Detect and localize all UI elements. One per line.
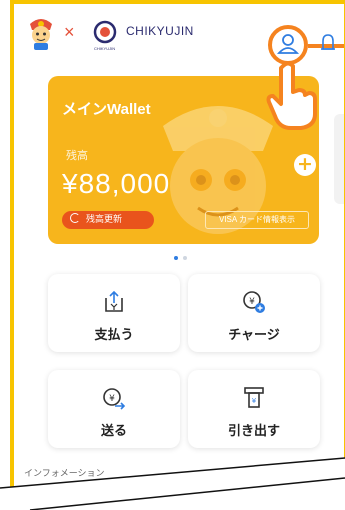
- pay-button[interactable]: 支払う: [48, 274, 180, 352]
- add-funds-button[interactable]: +: [294, 154, 316, 176]
- pointing-hand-icon: [266, 62, 317, 130]
- withdraw-button[interactable]: ¥ 引き出す: [188, 370, 320, 448]
- refresh-icon: [70, 213, 80, 223]
- svg-text:¥: ¥: [249, 297, 255, 307]
- visa-card-info-label: VISA カード情報表示: [218, 215, 295, 224]
- app-header: × CHIKYUJIN CHIKYUJIN: [14, 4, 344, 65]
- next-wallet-card-peek[interactable]: [334, 114, 344, 204]
- charge-icon: ¥: [243, 291, 265, 313]
- pay-label: 支払う: [94, 328, 134, 343]
- information-heading: インフォメーション: [24, 469, 105, 479]
- plus-icon: +: [297, 153, 313, 175]
- send-label: 送る: [100, 424, 127, 439]
- charge-label: チャージ: [228, 328, 280, 343]
- carousel-dot[interactable]: [183, 256, 187, 260]
- send-icon: ¥: [103, 388, 126, 410]
- refresh-balance-button[interactable]: 残高更新: [62, 211, 154, 229]
- svg-text:¥: ¥: [109, 394, 115, 404]
- wallet-title: メインWallet: [62, 101, 151, 118]
- carousel-indicator: [174, 256, 194, 262]
- refresh-balance-label: 残高更新: [86, 215, 123, 225]
- profile-icon: [276, 34, 300, 54]
- visa-card-info-button[interactable]: VISA カード情報表示: [205, 211, 309, 229]
- brand-name: CHIKYUJIN: [126, 24, 194, 38]
- profile-button[interactable]: [268, 25, 308, 65]
- logo-separator: ×: [64, 22, 75, 42]
- svg-text:¥: ¥: [252, 397, 257, 405]
- chikyujin-logo-icon: [93, 20, 117, 44]
- brand-subtext: CHIKYUJIN: [94, 46, 116, 51]
- charge-button[interactable]: ¥ チャージ: [188, 274, 320, 352]
- send-button[interactable]: ¥ 送る: [48, 370, 180, 448]
- mascot-logo-icon: [30, 19, 52, 50]
- balance-label: 残高: [66, 149, 88, 162]
- balance-amount: ¥88,000: [62, 168, 171, 199]
- pay-icon: [105, 290, 123, 312]
- withdraw-icon: ¥: [244, 387, 264, 408]
- withdraw-label: 引き出す: [227, 424, 280, 439]
- bell-icon[interactable]: [319, 31, 337, 55]
- carousel-dot-active[interactable]: [174, 256, 178, 260]
